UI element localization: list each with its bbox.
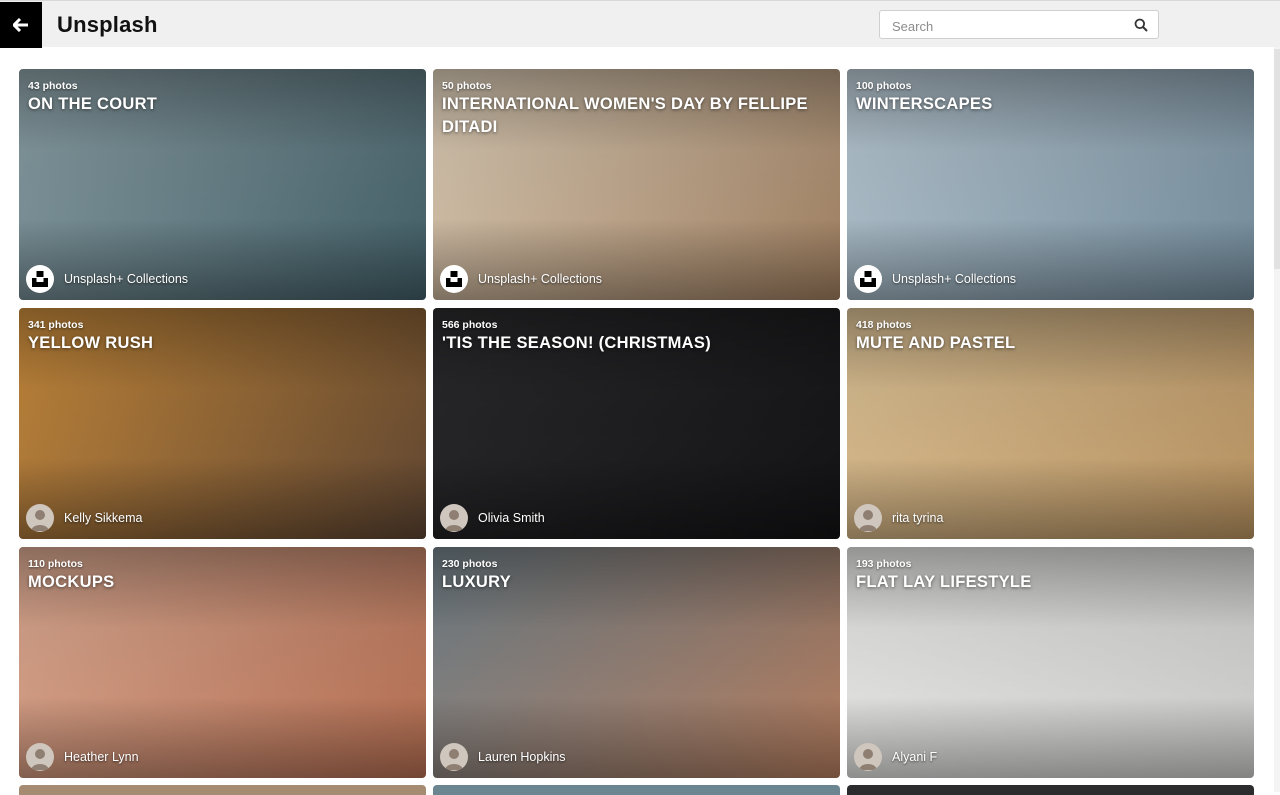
collection-card-partial[interactable]	[847, 785, 1254, 795]
collection-author[interactable]: Unsplash+ Collections	[854, 265, 1016, 293]
collection-card[interactable]: 43 photos ON THE COURT Unsplash+ Collectio…	[19, 69, 426, 300]
author-name: Unsplash+ Collections	[64, 272, 189, 286]
search-box[interactable]	[879, 10, 1159, 39]
collection-author[interactable]: Olivia Smith	[440, 504, 545, 532]
author-name: Lauren Hopkins	[478, 750, 566, 764]
collection-card[interactable]: 418 photos MUTE AND PASTEL rita tyrina	[847, 308, 1254, 539]
collection-card[interactable]: 341 photos YELLOW RUSH Kelly Sikkema	[19, 308, 426, 539]
photo-count: 341 photos	[28, 319, 84, 331]
author-name: Alyani F	[892, 750, 938, 764]
collection-title: MOCKUPS	[28, 573, 115, 591]
collection-card-partial[interactable]	[433, 785, 840, 795]
photo-count: 50 photos	[442, 80, 492, 92]
unsplash-plus-logo-icon	[26, 265, 54, 293]
scrollbar[interactable]	[1274, 47, 1280, 792]
collection-author[interactable]: Unsplash+ Collections	[26, 265, 188, 293]
collection-card-partial[interactable]	[19, 785, 426, 795]
author-name: Unsplash+ Collections	[892, 272, 1017, 286]
collection-title: YELLOW RUSH	[28, 334, 154, 352]
photo-count: 110 photos	[28, 558, 83, 570]
collection-card[interactable]: 110 photos MOCKUPS Heather Lynn	[19, 547, 426, 778]
user-avatar-icon	[854, 743, 882, 771]
collection-author[interactable]: Heather Lynn	[26, 743, 139, 771]
back-button[interactable]	[0, 2, 42, 48]
scrollbar-thumb[interactable]	[1274, 49, 1280, 269]
photo-count: 100 photos	[856, 80, 912, 92]
search-icon[interactable]	[1134, 18, 1148, 32]
collection-title: ON THE COURT	[28, 95, 158, 113]
collection-title: WINTERSCAPES	[856, 95, 993, 113]
unsplash-plus-logo-icon	[854, 265, 882, 293]
photo-count: 566 photos	[442, 319, 498, 331]
user-avatar-icon	[440, 504, 468, 532]
collection-title: FLAT LAY LIFESTYLE	[856, 573, 1032, 591]
collection-title: MUTE AND PASTEL	[856, 334, 1016, 352]
photo-count: 230 photos	[442, 558, 498, 570]
photo-count: 193 photos	[856, 558, 912, 570]
collection-author[interactable]: rita tyrina	[854, 504, 943, 532]
collection-card[interactable]: 50 photos INTERNATIONAL WOMEN'S DAY BY FE…	[433, 69, 840, 300]
user-avatar-icon	[26, 743, 54, 771]
user-avatar-icon	[440, 743, 468, 771]
collection-author[interactable]: Lauren Hopkins	[440, 743, 566, 771]
collection-card[interactable]: 566 photos 'TIS THE SEASON! (CHRISTMAS) Ol…	[433, 308, 840, 539]
author-name: rita tyrina	[892, 511, 944, 525]
author-name: Heather Lynn	[64, 750, 139, 764]
collection-title: LUXURY	[442, 573, 512, 591]
collection-author[interactable]: Unsplash+ Collections	[440, 265, 602, 293]
collection-card[interactable]: 100 photos WINTERSCAPES Unsplash+ Collecti…	[847, 69, 1254, 300]
arrow-left-icon	[13, 18, 28, 32]
app-title: Unsplash	[57, 12, 158, 37]
user-avatar-icon	[854, 504, 882, 532]
search-input[interactable]	[890, 16, 1124, 36]
collection-card[interactable]: 193 photos FLAT LAY LIFESTYLE Alyani F	[847, 547, 1254, 778]
collection-author[interactable]: Alyani F	[854, 743, 937, 771]
collection-author[interactable]: Kelly Sikkema	[26, 504, 143, 532]
collection-title: INTERNATIONAL WOMEN'S DAY BY FELLIPE DIT…	[442, 95, 808, 136]
user-avatar-icon	[26, 504, 54, 532]
author-name: Kelly Sikkema	[64, 511, 143, 525]
collection-title: 'TIS THE SEASON! (CHRISTMAS)	[442, 334, 711, 352]
author-name: Unsplash+ Collections	[478, 272, 603, 286]
top-bar: Unsplash	[0, 0, 1280, 48]
author-name: Olivia Smith	[478, 511, 545, 525]
unsplash-plus-logo-icon	[440, 265, 468, 293]
photo-count: 418 photos	[856, 319, 912, 331]
photo-count: 43 photos	[28, 80, 78, 92]
collection-card[interactable]: 230 photos LUXURY Lauren Hopkins	[433, 547, 840, 778]
